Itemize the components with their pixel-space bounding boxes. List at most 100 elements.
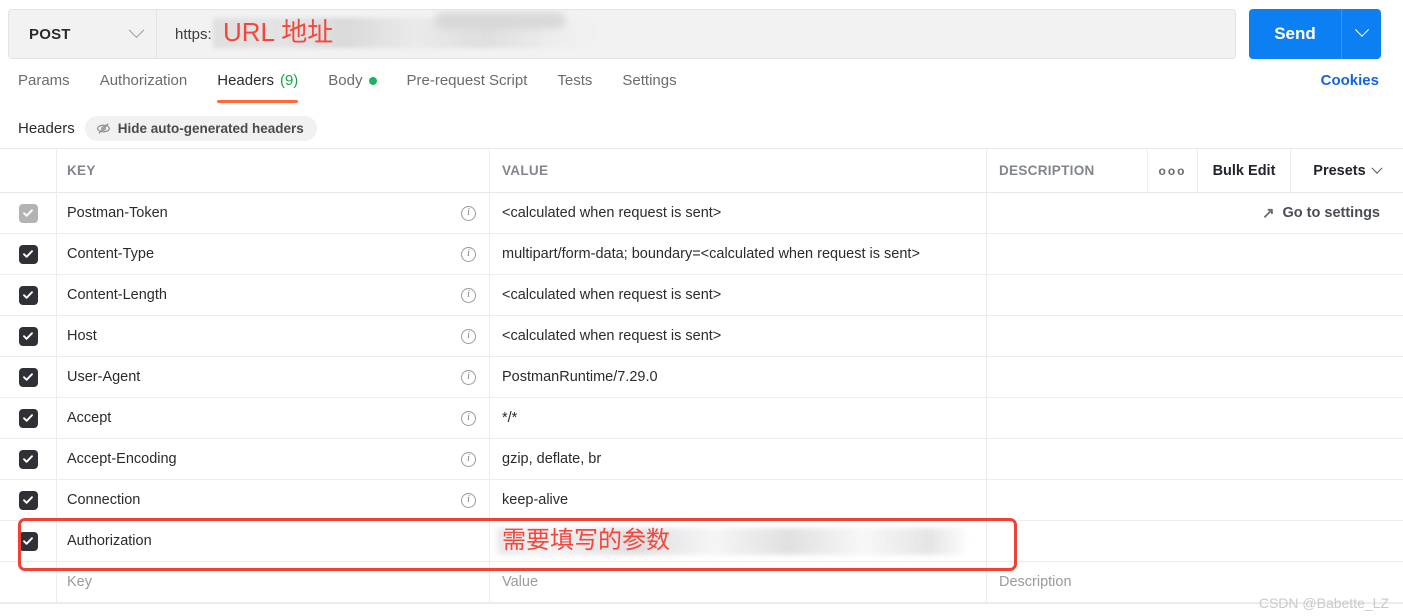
- row-value-cell[interactable]: <calculated when request is sent>: [490, 316, 987, 356]
- row-description-cell[interactable]: [987, 480, 1403, 520]
- table-row: Host i <calculated when request is sent>: [0, 316, 1403, 357]
- tab-settings[interactable]: Settings: [622, 70, 692, 103]
- row-checkbox[interactable]: [19, 368, 38, 387]
- arrow-up-right-icon: ↗: [1262, 206, 1275, 221]
- row-description-cell[interactable]: [987, 316, 1403, 356]
- tab-pre-request-script[interactable]: Pre-request Script: [407, 70, 544, 103]
- info-icon[interactable]: i: [461, 206, 476, 221]
- request-url-bar: POST https: URL 地址: [8, 9, 1236, 59]
- cookies-link[interactable]: Cookies: [1321, 72, 1379, 89]
- row-value-cell[interactable]: gzip, deflate, br: [490, 439, 987, 479]
- row-checkbox-cell: [0, 275, 57, 315]
- row-value-cell[interactable]: */*: [490, 398, 987, 438]
- row-value-cell[interactable]: 需要填写的参数: [490, 521, 987, 561]
- row-key-cell[interactable]: Accept i: [57, 398, 490, 438]
- header-value-text: <calculated when request is sent>: [502, 205, 721, 221]
- row-checkbox[interactable]: [19, 491, 38, 510]
- tab-label: Headers: [217, 72, 274, 89]
- send-button[interactable]: Send: [1249, 9, 1341, 59]
- row-description-cell[interactable]: [987, 398, 1403, 438]
- new-value-input[interactable]: Value: [490, 562, 987, 602]
- row-value-cell[interactable]: multipart/form-data; boundary=<calculate…: [490, 234, 987, 274]
- row-checkbox-cell: [0, 480, 57, 520]
- row-value-cell[interactable]: <calculated when request is sent>: [490, 193, 987, 233]
- tab-body[interactable]: Body: [328, 70, 392, 103]
- go-to-settings-link[interactable]: ↗ Go to settings: [1262, 205, 1380, 221]
- tab-params[interactable]: Params: [18, 70, 86, 103]
- row-description-cell[interactable]: [987, 521, 1403, 561]
- hide-auto-generated-headers-toggle[interactable]: Hide auto-generated headers: [85, 116, 317, 141]
- url-redaction-blur-secondary: [435, 12, 565, 29]
- presets-button[interactable]: Presets: [1290, 149, 1403, 192]
- authorization-value-annotation: 需要填写的参数: [502, 525, 670, 557]
- send-options-dropdown[interactable]: [1341, 9, 1381, 59]
- row-checkbox-cell: [0, 439, 57, 479]
- tab-headers[interactable]: Headers (9): [217, 70, 314, 103]
- row-checkbox[interactable]: [19, 286, 38, 305]
- table-row: Content-Type i multipart/form-data; boun…: [0, 234, 1403, 275]
- header-key-text: Authorization: [67, 533, 152, 549]
- header-key-text: Connection: [67, 492, 140, 508]
- header-checkbox-cell: [0, 149, 57, 192]
- row-checkbox[interactable]: [19, 204, 38, 223]
- header-key-cell: KEY: [57, 149, 490, 192]
- toggle-label: Hide auto-generated headers: [118, 121, 304, 136]
- table-row: Connection i keep-alive: [0, 480, 1403, 521]
- row-checkbox[interactable]: [19, 532, 38, 551]
- row-description-cell[interactable]: [987, 357, 1403, 397]
- row-description-cell[interactable]: ↗ Go to settings: [987, 193, 1403, 233]
- info-icon[interactable]: i: [461, 452, 476, 467]
- info-icon[interactable]: i: [461, 247, 476, 262]
- url-annotation-text: URL 地址: [223, 15, 333, 49]
- table-header-row: KEY VALUE DESCRIPTION ooo Bulk Edit Pres…: [0, 149, 1403, 193]
- row-checkbox-cell: [0, 398, 57, 438]
- row-description-cell[interactable]: [987, 234, 1403, 274]
- column-header-value: VALUE: [502, 163, 548, 178]
- tab-active-underline: [217, 100, 298, 103]
- table-row: Accept i */*: [0, 398, 1403, 439]
- header-value-cell: VALUE: [490, 149, 987, 192]
- row-value-cell[interactable]: <calculated when request is sent>: [490, 275, 987, 315]
- info-icon[interactable]: i: [461, 411, 476, 426]
- row-key-cell[interactable]: Content-Type i: [57, 234, 490, 274]
- row-key-cell[interactable]: Postman-Token i: [57, 193, 490, 233]
- row-description-cell[interactable]: [987, 275, 1403, 315]
- row-checkbox[interactable]: [19, 327, 38, 346]
- bulk-edit-button[interactable]: Bulk Edit: [1197, 149, 1290, 192]
- info-icon[interactable]: i: [461, 370, 476, 385]
- row-value-cell[interactable]: PostmanRuntime/7.29.0: [490, 357, 987, 397]
- row-checkbox[interactable]: [19, 450, 38, 469]
- header-value-text: gzip, deflate, br: [502, 451, 601, 467]
- row-key-cell[interactable]: Authorization: [57, 521, 490, 561]
- table-header-actions: ooo Bulk Edit Presets: [1147, 149, 1403, 192]
- tab-authorization[interactable]: Authorization: [100, 70, 204, 103]
- more-options-button[interactable]: ooo: [1147, 149, 1197, 192]
- tab-tests[interactable]: Tests: [557, 70, 608, 103]
- row-description-cell[interactable]: [987, 439, 1403, 479]
- chevron-down-icon: [1371, 162, 1382, 173]
- info-icon[interactable]: i: [461, 288, 476, 303]
- new-key-input[interactable]: Key: [57, 562, 490, 602]
- row-key-cell[interactable]: Connection i: [57, 480, 490, 520]
- info-icon[interactable]: i: [461, 493, 476, 508]
- header-key-text: Host: [67, 328, 97, 344]
- header-key-text: Content-Type: [67, 246, 154, 262]
- row-checkbox-cell: [0, 234, 57, 274]
- body-modified-dot-icon: [369, 77, 377, 85]
- column-header-description: DESCRIPTION: [999, 163, 1095, 178]
- headers-table: KEY VALUE DESCRIPTION ooo Bulk Edit Pres…: [0, 148, 1403, 604]
- http-method-dropdown[interactable]: POST: [9, 10, 157, 58]
- header-key-text: Accept-Encoding: [67, 451, 177, 467]
- csdn-watermark: CSDN @Babette_LZ: [1259, 595, 1389, 611]
- row-key-cell[interactable]: Accept-Encoding i: [57, 439, 490, 479]
- row-checkbox[interactable]: [19, 245, 38, 264]
- row-value-cell[interactable]: keep-alive: [490, 480, 987, 520]
- row-checkbox[interactable]: [19, 409, 38, 428]
- headers-section-title: Headers: [18, 120, 75, 137]
- row-key-cell[interactable]: User-Agent i: [57, 357, 490, 397]
- url-input[interactable]: https: URL 地址: [157, 10, 1235, 58]
- info-icon[interactable]: i: [461, 329, 476, 344]
- header-value-text: <calculated when request is sent>: [502, 287, 721, 303]
- row-key-cell[interactable]: Host i: [57, 316, 490, 356]
- row-key-cell[interactable]: Content-Length i: [57, 275, 490, 315]
